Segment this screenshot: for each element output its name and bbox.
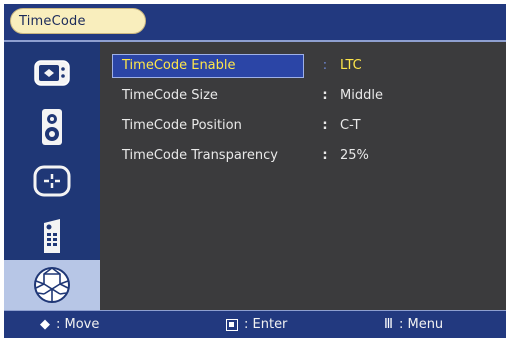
row-label: TimeCode Transparency xyxy=(122,148,278,163)
footer-hint-bar: ◆ : Move : Enter Ⅲ : Menu xyxy=(4,310,506,338)
sidebar-item-position[interactable] xyxy=(4,154,100,208)
menu-button-icon: Ⅲ xyxy=(384,317,393,332)
row-label: TimeCode Size xyxy=(122,88,218,103)
sidebar-item-audio[interactable] xyxy=(4,100,100,154)
menu-title: TimeCode xyxy=(10,8,146,34)
menu-row-timecode-position[interactable]: TimeCode Position : C-T xyxy=(112,114,500,138)
menu-row-timecode-transparency[interactable]: TimeCode Transparency : 25% xyxy=(112,144,500,168)
timecode-globe-icon xyxy=(32,265,72,305)
row-value[interactable]: C-T xyxy=(340,114,361,138)
hint-menu: Ⅲ : Menu xyxy=(384,311,443,338)
sidebar xyxy=(4,42,100,310)
speaker-audio-icon xyxy=(32,107,72,147)
row-separator: : xyxy=(322,88,328,103)
row-separator: : xyxy=(322,58,328,73)
up-down-arrow-icon: ◆ xyxy=(40,317,50,332)
sidebar-item-timecode[interactable] xyxy=(4,260,100,310)
enter-button-icon xyxy=(226,319,238,331)
title-bar: TimeCode xyxy=(4,4,506,42)
row-separator: : xyxy=(322,118,328,133)
row-label: TimeCode Enable xyxy=(122,58,236,73)
osd-window: TimeCode TimeCode Enable: LTC TimeCode … xyxy=(4,4,506,338)
picture-settings-icon xyxy=(32,53,72,93)
hint-menu-label: : Menu xyxy=(398,317,444,332)
position-adjust-icon xyxy=(32,161,72,201)
remote-control-icon xyxy=(32,215,72,255)
row-value[interactable]: Middle xyxy=(340,84,383,108)
hint-enter-label: : Enter xyxy=(244,317,288,332)
sidebar-item-picture[interactable] xyxy=(4,46,100,100)
sidebar-item-remote[interactable] xyxy=(4,208,100,262)
hint-move-label: : Move xyxy=(56,317,100,332)
row-label: TimeCode Position xyxy=(122,118,242,133)
row-value[interactable]: LTC xyxy=(340,54,362,78)
menu-row-timecode-size[interactable]: TimeCode Size : Middle xyxy=(112,84,500,108)
hint-enter: : Enter xyxy=(226,311,287,338)
row-separator: : xyxy=(322,148,328,163)
hint-move: ◆ : Move xyxy=(40,311,99,338)
menu-row-timecode-enable[interactable]: TimeCode Enable : LTC xyxy=(112,54,500,78)
row-value[interactable]: 25% xyxy=(340,144,369,168)
